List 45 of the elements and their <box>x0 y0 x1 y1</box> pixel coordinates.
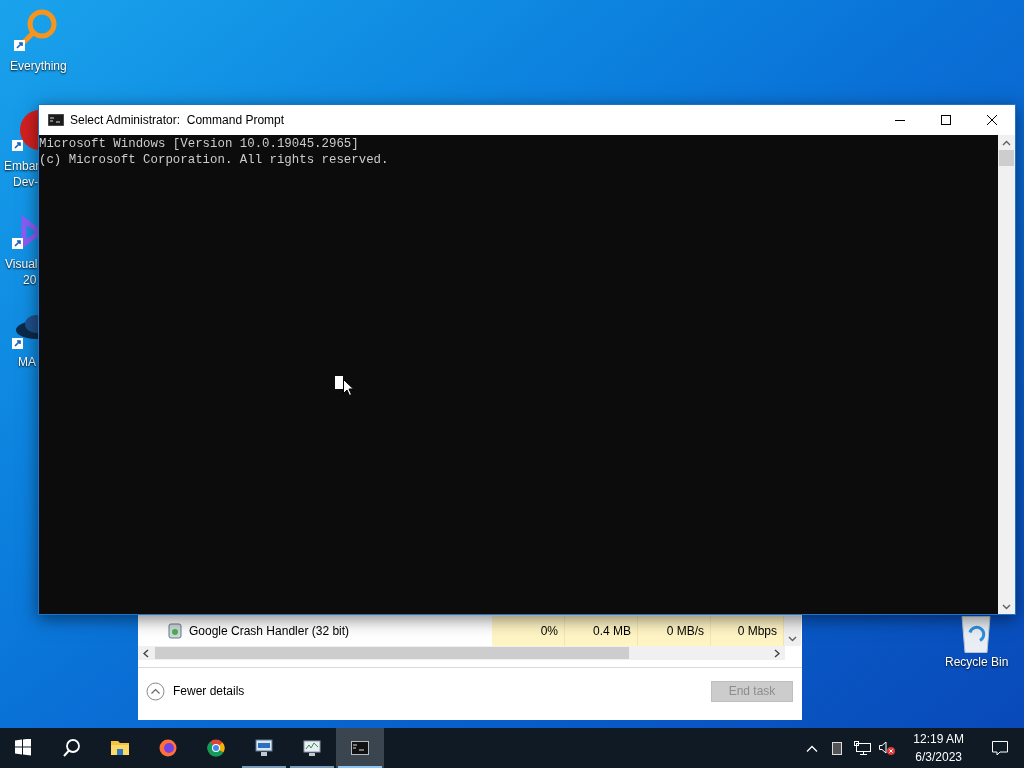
table-cell: 0 Mbps <box>711 616 784 646</box>
scrollbar-thumb[interactable] <box>155 647 629 659</box>
network-icon[interactable] <box>854 741 872 755</box>
icon-label: Everything <box>10 58 67 74</box>
clock[interactable]: 12:19 AM 6/3/2023 <box>907 730 970 766</box>
console-icon <box>351 739 369 757</box>
icon-label: Visual <box>5 256 38 272</box>
chat-bubble-icon <box>992 740 1008 756</box>
folder-icon <box>111 739 129 757</box>
chevron-down-icon[interactable] <box>1002 604 1011 610</box>
close-icon <box>987 115 997 125</box>
scrollbar[interactable] <box>138 646 785 660</box>
icon-label: Recycle Bin <box>945 654 1009 670</box>
chevron-left-icon[interactable] <box>143 648 149 658</box>
tablet-icon[interactable] <box>832 741 843 755</box>
fewer-details-button[interactable]: Fewer details <box>146 681 245 701</box>
app-icon <box>167 623 183 639</box>
search-icon <box>63 739 81 757</box>
computer-icon <box>255 739 273 757</box>
text-cursor <box>335 376 343 389</box>
icon-label: Dev- <box>13 174 38 188</box>
icon-label: MA <box>18 354 36 370</box>
window-title: Select Administrator: Command Prompt <box>70 112 285 129</box>
chevron-right-icon[interactable] <box>774 648 780 658</box>
table-cell: 0 MB/s <box>638 616 711 646</box>
scrollbar-thumb[interactable] <box>999 150 1014 166</box>
chevron-down-icon[interactable] <box>788 636 797 642</box>
scrollbar[interactable] <box>998 135 1015 614</box>
table-cell: 0.4 MB <box>565 616 638 646</box>
process-name: Google Crash Handler (32 bit) <box>189 623 351 640</box>
chevron-up-icon <box>146 681 165 701</box>
console-icon <box>48 114 64 126</box>
scrollbar[interactable] <box>784 616 801 646</box>
taskbar-button[interactable] <box>336 728 384 768</box>
table-cell: 0% <box>492 616 565 646</box>
mouse-pointer-icon <box>343 379 354 396</box>
console-line: Microsoft Windows [Version 10.0.19045.2965] <box>39 136 360 152</box>
maximize-icon <box>941 115 951 125</box>
chrome-icon <box>207 739 225 757</box>
console-line: (c) Microsoft Corporation. All rights reserved. <box>39 152 390 168</box>
icon-label: 20 <box>23 272 37 286</box>
monitor-graph-icon <box>303 739 321 757</box>
firefox-icon <box>159 739 177 757</box>
speaker-muted-icon[interactable] <box>879 741 896 755</box>
windows-logo-icon <box>15 739 33 757</box>
